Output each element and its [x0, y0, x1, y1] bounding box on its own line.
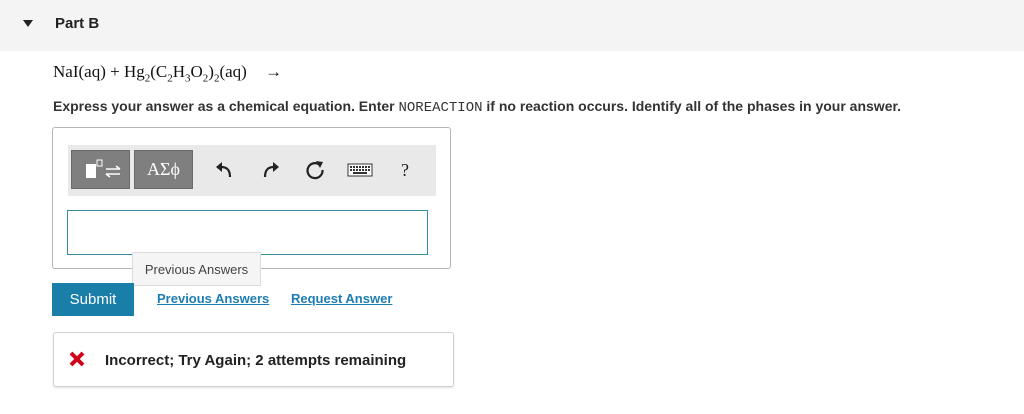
undo-button[interactable] [212, 157, 238, 183]
question-equation: NaI(aq) + Hg2(C2H3O2)2(aq) → [53, 62, 282, 84]
part-header[interactable]: Part B [0, 0, 1024, 51]
equation-hg: Hg [123, 62, 145, 81]
instructions-before: Express your answer as a chemical equati… [53, 98, 399, 114]
instructions: Express your answer as a chemical equati… [53, 98, 901, 116]
feedback-box: Incorrect; Try Again; 2 attempts remaini… [53, 332, 454, 387]
x-icon [69, 351, 85, 367]
instructions-after: if no reaction occurs. Identify all of t… [482, 98, 902, 114]
equation-o: O [190, 62, 203, 81]
redo-button[interactable] [257, 157, 283, 183]
reset-button[interactable] [302, 157, 328, 183]
keyboard-button[interactable] [346, 157, 374, 183]
redo-icon [263, 162, 279, 178]
math-toolbar: ΑΣϕ ? [68, 145, 436, 196]
equation-plus: + [110, 62, 120, 81]
templates-icon [86, 159, 121, 178]
answer-input[interactable] [67, 210, 428, 255]
equation-arrow: → [265, 62, 283, 81]
previous-answers-tag: Previous Answers [132, 252, 261, 286]
equation-reactant1: NaI(aq) [53, 62, 106, 81]
templates-button[interactable] [71, 150, 130, 189]
keyboard-icon [347, 163, 373, 177]
request-answer-link[interactable]: Request Answer [291, 291, 392, 306]
collapse-caret-icon[interactable] [23, 20, 33, 27]
submit-button[interactable]: Submit [52, 283, 134, 316]
equation-h: H [172, 62, 186, 81]
instructions-keyword: NOREACTION [398, 100, 483, 116]
equation-state: (aq) [219, 62, 247, 81]
previous-answers-link[interactable]: Previous Answers [157, 291, 269, 306]
symbols-button[interactable]: ΑΣϕ [134, 150, 193, 189]
feedback-text: Incorrect; Try Again; 2 attempts remaini… [105, 352, 407, 369]
undo-icon [216, 162, 232, 178]
part-title: Part B [55, 15, 100, 32]
equation-paren-open: (C [150, 62, 168, 81]
help-button[interactable]: ? [392, 157, 418, 183]
reset-icon [306, 161, 324, 180]
